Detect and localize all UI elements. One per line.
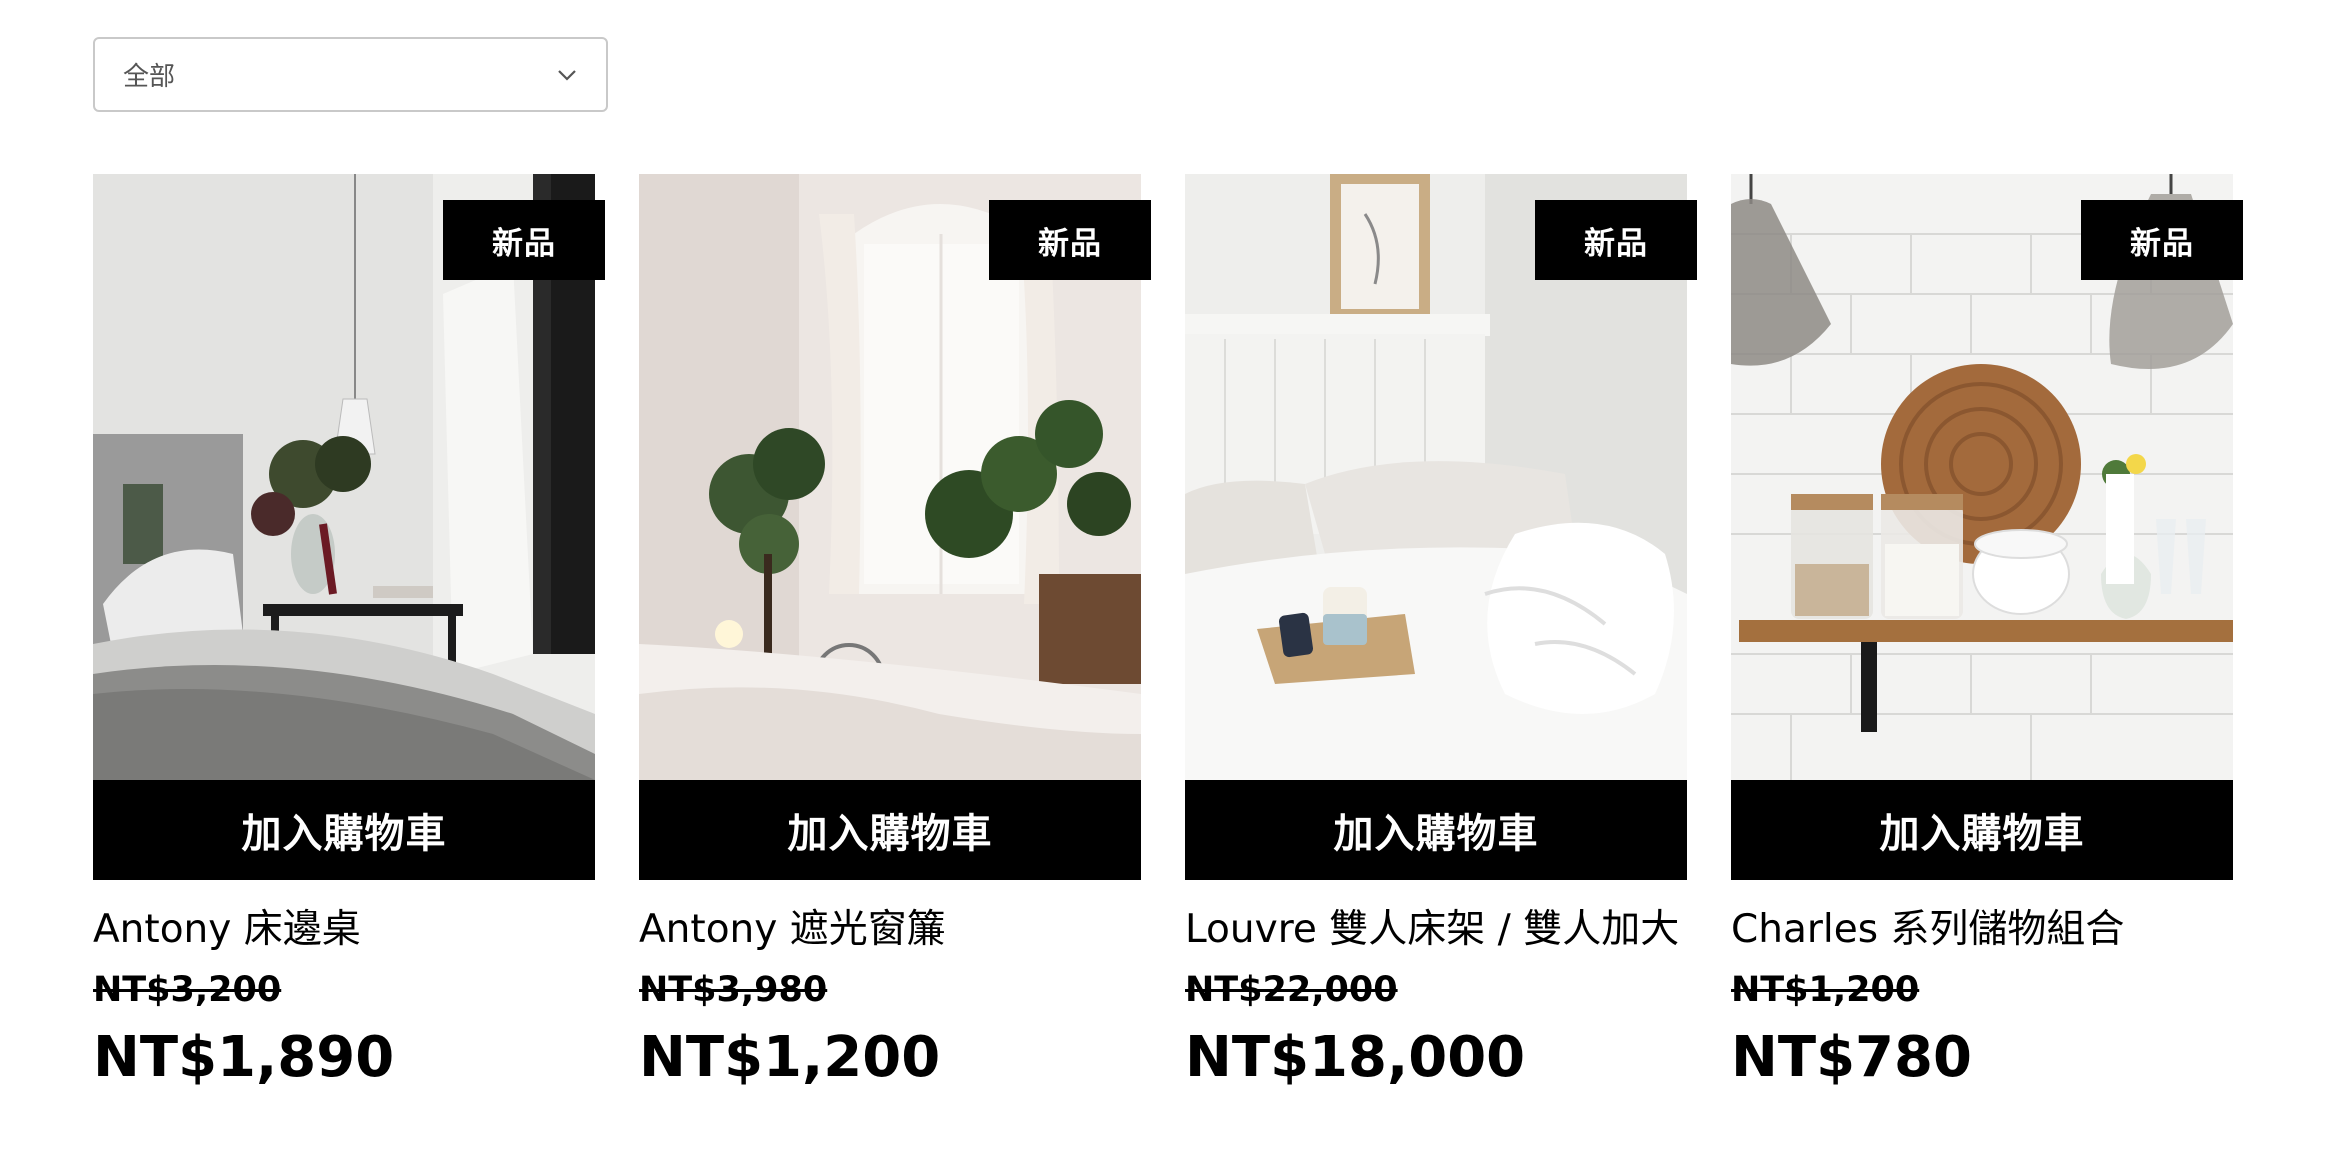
original-price: NT$22,000	[1185, 970, 1398, 1010]
original-price: NT$1,200	[1731, 970, 1920, 1010]
sale-price: NT$18,000	[1185, 1025, 1526, 1090]
new-badge: 新品	[2081, 200, 2243, 280]
sale-price: NT$1,200	[639, 1025, 941, 1090]
original-price: NT$3,980	[639, 970, 828, 1010]
category-select[interactable]: 全部	[93, 37, 608, 112]
add-to-cart-button[interactable]: 加入購物車	[639, 780, 1141, 880]
product-image-link[interactable]: 新品	[1731, 174, 2243, 780]
product-image-link[interactable]: 新品	[639, 174, 1151, 780]
new-badge: 新品	[989, 200, 1151, 280]
product-name[interactable]: Antony 床邊桌	[93, 900, 595, 960]
category-select-value: 全部	[123, 62, 176, 92]
product-card: 新品 加入購物車 Antony 遮光窗簾 NT$3,980 NT$1,200	[639, 174, 1151, 1092]
add-to-cart-button[interactable]: 加入購物車	[93, 780, 595, 880]
sale-price: NT$780	[1731, 1025, 1972, 1090]
original-price: NT$3,200	[93, 970, 282, 1010]
product-name[interactable]: Charles 系列儲物組合	[1731, 900, 2233, 960]
product-image-link[interactable]: 新品	[1185, 174, 1697, 780]
new-badge: 新品	[1535, 200, 1697, 280]
product-card: 新品 加入購物車 Louvre 雙人床架 / 雙人加大 NT$22,000 NT…	[1185, 174, 1697, 1092]
product-card: 新品 加入購物車 Antony 床邊桌 NT$3,200 NT$1,890	[93, 174, 605, 1092]
product-image-link[interactable]: 新品	[93, 174, 605, 780]
add-to-cart-button[interactable]: 加入購物車	[1731, 780, 2233, 880]
sale-price: NT$1,890	[93, 1025, 395, 1090]
chevron-down-icon	[556, 64, 578, 86]
add-to-cart-button[interactable]: 加入購物車	[1185, 780, 1687, 880]
product-name[interactable]: Antony 遮光窗簾	[639, 900, 1141, 960]
product-list-page: 全部 新品 加入購物車 Antony 床邊桌 NT$3,200 NT$1,890…	[0, 0, 2332, 1174]
product-card: 新品 加入購物車 Charles 系列儲物組合 NT$1,200 NT$780	[1731, 174, 2243, 1092]
new-badge: 新品	[443, 200, 605, 280]
product-name[interactable]: Louvre 雙人床架 / 雙人加大	[1185, 900, 1687, 960]
product-grid: 新品 加入購物車 Antony 床邊桌 NT$3,200 NT$1,890 新品…	[93, 174, 2243, 1092]
